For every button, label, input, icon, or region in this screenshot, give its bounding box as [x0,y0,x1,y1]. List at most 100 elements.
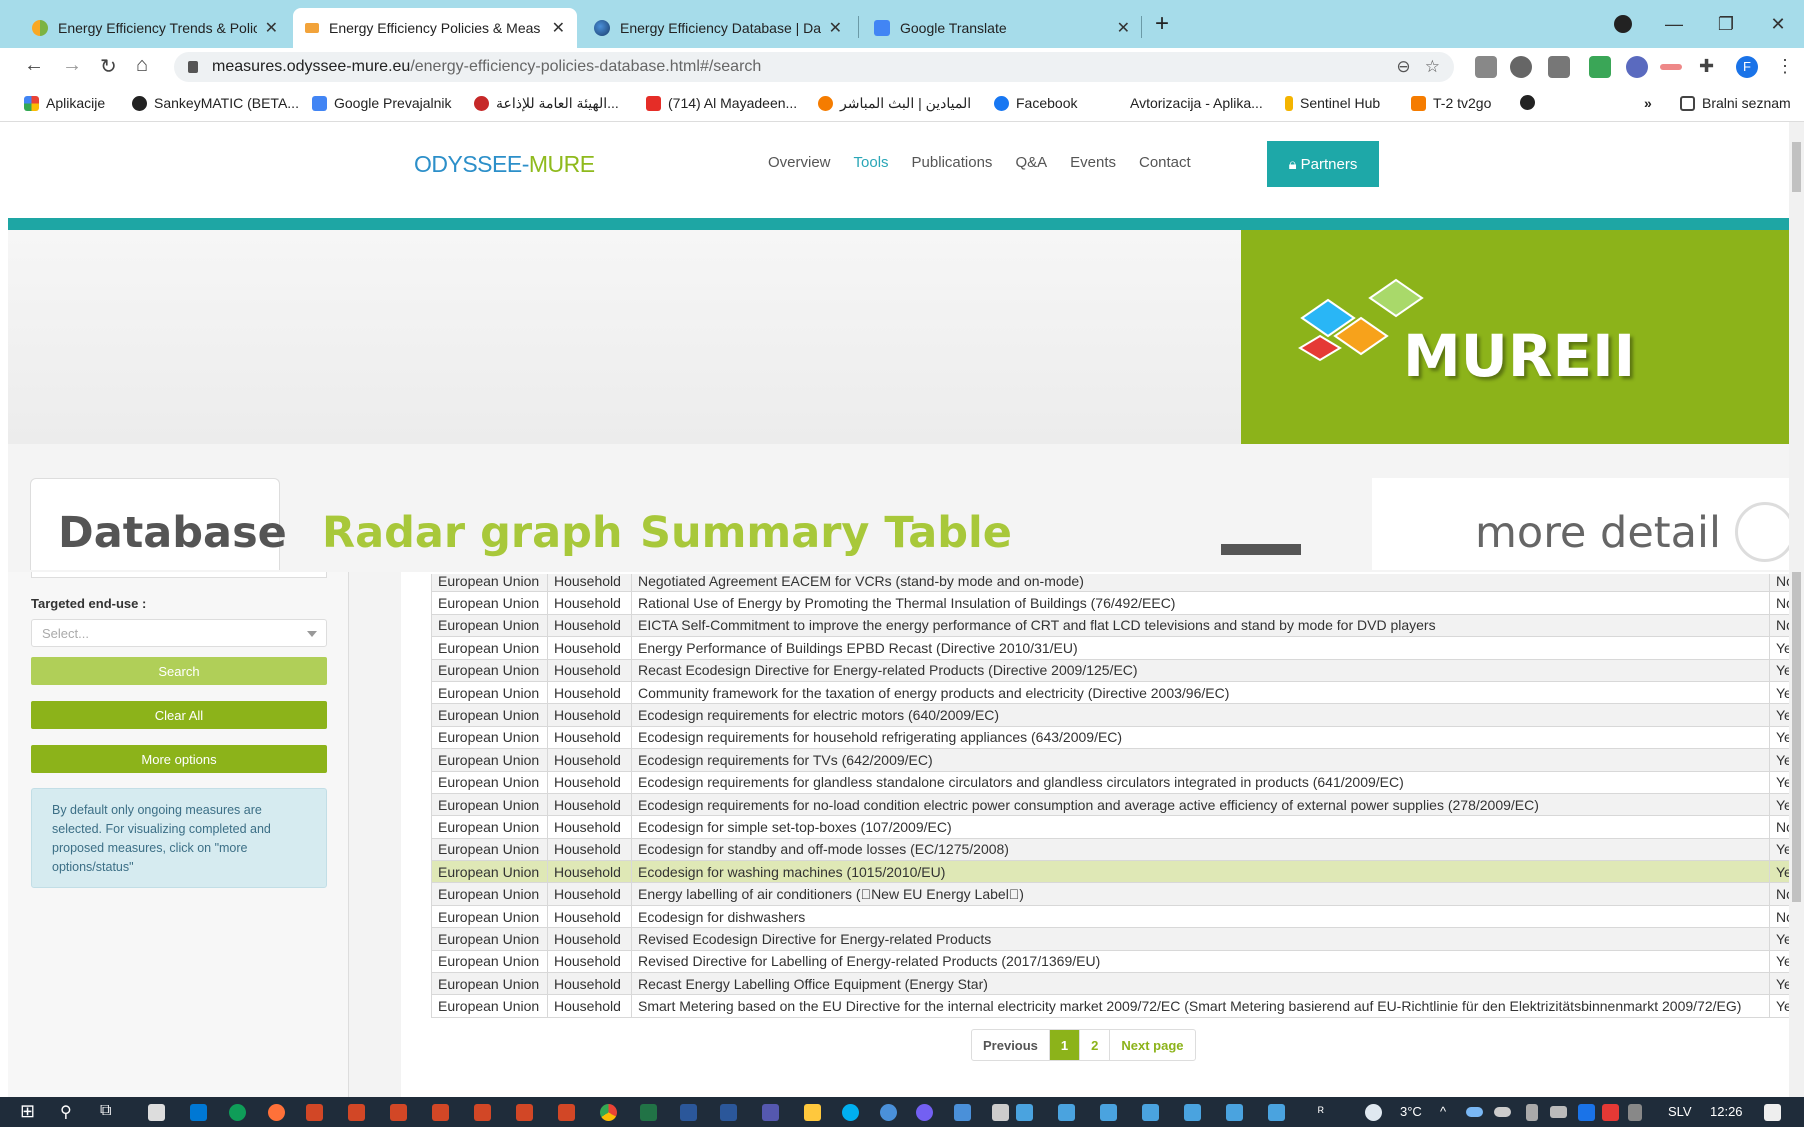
next-page-button[interactable]: Next page [1110,1030,1194,1060]
measure-title-cell[interactable]: Revised Directive for Labelling of Energ… [631,949,1770,974]
partners-button[interactable]: 🔒︎ Partners [1267,141,1379,187]
zoom-icon[interactable]: ⊖ ☆ [1396,57,1440,77]
tray-icon[interactable] [1526,1104,1538,1121]
extension-icon[interactable] [1475,56,1497,78]
powerpoint-icon[interactable] [348,1104,365,1121]
measure-title-cell[interactable]: Smart Metering based on the EU Directive… [631,994,1770,1018]
back-icon[interactable]: ← [24,54,44,77]
search-button[interactable]: Search [31,657,327,685]
site-logo[interactable]: ODYSSEE-MURE [414,151,595,178]
teams-icon[interactable] [762,1104,779,1121]
battery-icon[interactable] [1550,1106,1567,1118]
extension-icon[interactable] [1548,56,1570,78]
edge-icon[interactable] [229,1104,246,1121]
measure-title-cell[interactable]: Ecodesign for simple set-top-boxes (107/… [631,815,1770,839]
measure-title-cell[interactable]: Ecodesign requirements for no-load condi… [631,792,1770,817]
close-tab-icon[interactable]: ✕ [552,18,565,38]
image-icon[interactable] [1058,1104,1075,1121]
bookmark-item[interactable]: SankeyMATIC (BETA... [132,95,299,111]
table-row[interactable]: European Union Household Smart Metering ba… [431,994,1801,1018]
clear-all-button[interactable]: Clear All [31,701,327,729]
bookmark-item[interactable]: (714) Al Mayadeen... [646,95,797,111]
close-tab-icon[interactable]: ✕ [829,18,842,38]
clock[interactable]: 12:26 [1710,1104,1743,1119]
nav-qa[interactable]: Q&A [1015,154,1047,171]
weather-temp[interactable]: 3°C [1400,1104,1422,1119]
measure-title-cell[interactable]: Ecodesign for standby and off-mode losse… [631,837,1770,862]
language-indicator[interactable]: SLV [1668,1104,1692,1119]
minimize-icon[interactable]: — [1648,14,1700,35]
excel-icon[interactable] [640,1104,657,1121]
new-tab-button[interactable]: + [1155,10,1169,38]
cloud-icon[interactable] [1494,1107,1511,1117]
browser-tab-2[interactable]: Energy Efficiency Policies & Meas ✕ [293,8,577,48]
page-scrollbar[interactable] [1789,122,1804,1097]
close-tab-icon[interactable]: ✕ [265,18,278,38]
measure-title-cell[interactable]: Revised Ecodesign Directive for Energy-r… [631,927,1770,951]
powerpoint-icon[interactable] [306,1104,323,1121]
image-icon[interactable] [1184,1104,1201,1121]
tab-search-icon[interactable] [1614,15,1632,33]
home-icon[interactable]: ⌂ [136,54,148,77]
tray-icon[interactable] [1602,1104,1619,1121]
restore-icon[interactable]: ❐ [1700,14,1752,35]
nav-events[interactable]: Events [1070,154,1116,171]
extensions-puzzle-icon[interactable]: ✚ [1699,56,1714,77]
outlook-icon[interactable] [190,1104,207,1121]
bookmark-item[interactable]: الميادين | البث المباشر [818,95,971,112]
table-row[interactable]: European Union Household Ecodesign require… [431,792,1801,817]
bookmark-item[interactable] [1520,95,1542,110]
table-row[interactable]: European Union Household Ecodesign for dis… [431,904,1801,929]
tray-icon[interactable] [1578,1104,1595,1121]
measure-title-cell[interactable]: Recast Energy Labelling Office Equipment… [631,972,1770,996]
app-icon[interactable] [148,1104,165,1121]
onedrive-icon[interactable] [1466,1107,1483,1117]
powerpoint-icon[interactable] [432,1104,449,1121]
image-icon[interactable] [1016,1104,1033,1121]
weather-icon[interactable] [1365,1104,1382,1121]
powerpoint-icon[interactable] [474,1104,491,1121]
table-row[interactable]: European Union Household Ecodesign require… [431,770,1801,794]
skype-icon[interactable] [842,1104,859,1121]
extension-icon[interactable] [1626,56,1648,78]
reload-icon[interactable]: ↻ [100,54,117,79]
file-explorer-icon[interactable] [804,1104,821,1121]
reading-list[interactable]: Bralni seznam [1680,95,1791,111]
task-view-icon[interactable]: ⧉ [100,1102,111,1120]
people-icon[interactable]: ᴿ [1318,1104,1324,1119]
windows-start-icon[interactable]: ⊞ [20,1101,35,1122]
notifications-icon[interactable] [1764,1104,1781,1121]
measure-title-cell[interactable]: Energy labelling of air conditioners ( N… [631,882,1770,906]
more-options-button[interactable]: More options [31,745,327,773]
nav-overview[interactable]: Overview [768,154,831,171]
app-icon[interactable] [992,1104,1009,1121]
tab-database[interactable]: Database [58,508,287,558]
viber-icon[interactable] [916,1104,933,1121]
bookmark-item[interactable]: Avtorizacija - Aplika... [1130,95,1263,111]
table-row[interactable]: European Union Household Rational Use of E… [431,591,1801,615]
tab-radar-graph[interactable]: Radar graph [322,508,623,558]
chrome-icon[interactable] [600,1104,617,1121]
nav-contact[interactable]: Contact [1139,154,1191,171]
measure-title-cell[interactable]: Rational Use of Energy by Promoting the … [631,591,1770,615]
tab-summary-table[interactable]: Summary Table [640,508,1012,558]
table-row[interactable]: European Union Household Ecodesign for was… [431,860,1801,884]
extension-icon[interactable] [1510,56,1532,78]
image-icon[interactable] [1226,1104,1243,1121]
wifi-icon[interactable] [1628,1104,1642,1121]
measure-title-cell[interactable]: EICTA Self-Commitment to improve the ene… [631,613,1770,638]
measure-title-cell[interactable]: Negotiated Agreement EACEM for VCRs (sta… [631,574,1770,593]
image-icon[interactable] [1268,1104,1285,1121]
browser-tab-3[interactable]: Energy Efficiency Database | Data ✕ [582,8,854,48]
previous-page-button[interactable]: Previous [972,1030,1050,1060]
table-row[interactable]: European Union Household Negotiated Agreem… [431,574,1801,593]
profile-avatar[interactable]: F [1736,56,1758,78]
measure-title-cell[interactable]: Ecodesign for washing machines (1015/201… [631,860,1770,884]
table-row[interactable]: European Union Household Revised Ecodesign… [431,927,1801,951]
targeted-end-use-select[interactable]: Select... [31,619,327,647]
search-icon[interactable]: ⚲ [60,1102,72,1122]
measure-title-cell[interactable]: Energy Performance of Buildings EPBD Rec… [631,636,1770,660]
bookmark-item[interactable]: الهيئة العامة للإذاعة... [474,95,619,112]
page-1-button[interactable]: 1 [1049,1030,1081,1060]
globe-icon[interactable] [880,1104,897,1121]
